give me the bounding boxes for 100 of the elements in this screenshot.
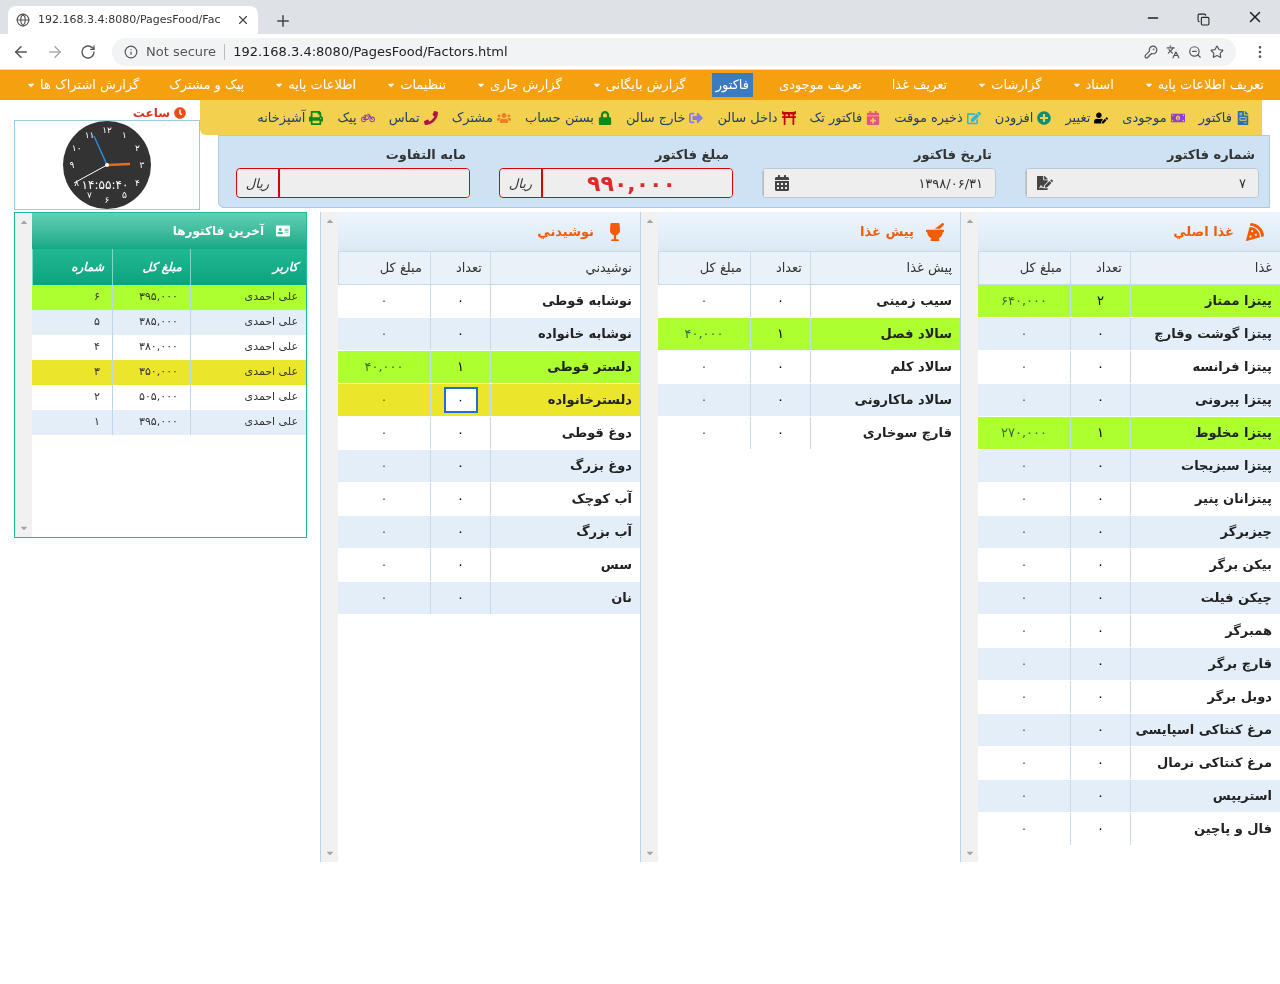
field-label: شماره فاکتور <box>1165 145 1256 164</box>
table-cell-text: ۰ <box>457 523 464 542</box>
scrollbar[interactable] <box>15 213 32 537</box>
table-cell-text: ۰ <box>1097 358 1104 377</box>
table-row[interactable]: سالاد ماکارونی ۰ ۰ <box>658 384 960 417</box>
table-cell-text: ۰ <box>1019 358 1029 377</box>
table-cell-text: ۰ <box>379 490 389 509</box>
table-cell-text: ۰ <box>1097 622 1104 641</box>
card-icon <box>276 224 290 238</box>
table-row[interactable]: دلستر قوطی ۱ ۴۰,۰۰۰ <box>338 351 640 384</box>
translate-icon[interactable] <box>1166 44 1180 59</box>
toolbar-button[interactable]: بستن حساب <box>524 107 612 128</box>
table-cell-text: ۰ <box>1097 556 1104 575</box>
bowl-icon <box>926 222 944 241</box>
table-cell: چیکن فیلت <box>1130 582 1280 614</box>
table-row[interactable]: دلسترخانواده ۰ ۰ <box>338 384 640 417</box>
toolbar-button[interactable]: پیک <box>337 107 375 128</box>
form-field[interactable]: ۷ <box>1025 168 1259 199</box>
table-cell-text: ۰ <box>1019 457 1029 476</box>
toolbar-button[interactable]: موجودی <box>1122 107 1185 128</box>
panel-title: نوشيدني <box>537 222 594 241</box>
browser-tab[interactable]: 192.168.3.4:8080/PagesFood/Fac <box>8 6 258 34</box>
table-row[interactable]: نان ۰ ۰ <box>338 582 640 615</box>
column-header: نوشيدني <box>490 252 640 284</box>
table-cell-text: ۰ <box>777 391 784 410</box>
toolbar-button[interactable]: فاکتور <box>1198 107 1250 128</box>
toolbar-button[interactable]: داخل سالن <box>717 107 796 128</box>
zoom-out-icon[interactable] <box>1188 44 1202 59</box>
table-cell: بیکن برگر <box>1130 549 1280 581</box>
globe-icon <box>16 13 30 27</box>
table-cell: سالاد فصل <box>810 318 960 350</box>
close-icon[interactable] <box>236 13 250 27</box>
reload-icon[interactable] <box>80 43 96 60</box>
phone-icon <box>423 110 438 125</box>
table-cell-text: ۰ <box>1019 820 1029 839</box>
toolbar-button[interactable]: ذخیره موقت <box>894 107 981 128</box>
table-row[interactable]: پیتزا مخلوط ۱ ۲۷۰,۰۰۰ <box>978 417 1280 450</box>
address-bar[interactable]: Not secure 192.168.3.4:8080/PagesFood/Factors.html <box>112 37 1236 66</box>
toolbar-button[interactable]: تغییر <box>1065 107 1109 128</box>
table-cell-text: ۰ <box>1019 490 1029 509</box>
table-cell-text: ۴ <box>93 339 101 356</box>
form-field[interactable]: ۹۹۰,۰۰۰ ریال <box>499 168 733 199</box>
toolbar-button[interactable]: آشپزخانه <box>257 107 324 128</box>
scrollbar[interactable] <box>641 212 658 862</box>
table-row[interactable]: قارچ برگر ۰ ۰ <box>978 648 1280 681</box>
table-cell-text: ۶۴۰,۰۰۰ <box>1000 292 1048 311</box>
table-row[interactable]: چیکن فیلت ۰ ۰ <box>978 582 1280 615</box>
key-icon[interactable] <box>1144 44 1158 59</box>
column-header: تعداد <box>430 252 490 284</box>
toolbar-button[interactable]: افزودن <box>994 107 1052 128</box>
new-tab-icon[interactable] <box>274 12 292 30</box>
table-row[interactable]: نوشابه خانواده ۰ ۰ <box>338 318 640 351</box>
toolbar-button[interactable]: مشترک <box>451 107 511 128</box>
column-header: پیش غذا <box>810 252 960 284</box>
edit-button[interactable] <box>1026 169 1062 198</box>
star-icon[interactable] <box>1210 44 1224 59</box>
table-cell-text: ۰ <box>1019 523 1029 542</box>
table-cell: آب کوچک <box>490 483 640 515</box>
table-cell: پیتزا ممتاز <box>1130 285 1280 317</box>
table-row[interactable]: آب بزرگ ۰ ۰ <box>338 516 640 549</box>
table-row[interactable]: علی احمدی ۳۸۵,۰۰۰ ۵ <box>32 310 306 335</box>
toolbar-button[interactable]: خارج سالن <box>625 107 704 128</box>
table-cell: نوشابه قوطی <box>490 285 640 317</box>
table-cell-text: ۰ <box>1097 688 1104 707</box>
table-cell: پیتزا پپرونی <box>1130 384 1280 416</box>
restore-icon[interactable] <box>1197 13 1210 26</box>
table-cell-text: ۰ <box>777 292 784 311</box>
table-row[interactable]: پیتزا گوشت وقارچ ۰ ۰ <box>978 318 1280 351</box>
table-row[interactable]: علی احمدی ۳۹۵,۰۰۰ ۱ <box>32 410 306 435</box>
table-cell-text: ۰ <box>457 457 464 476</box>
scrollbar[interactable] <box>961 212 978 862</box>
toolbar-button[interactable]: تماس <box>388 107 438 128</box>
form-field[interactable]: ریال <box>236 168 470 199</box>
table-cell: سس <box>490 549 640 581</box>
table-row[interactable]: پیتزا سبزیجات ۰ ۰ <box>978 450 1280 483</box>
table-cell: دلسترخانواده <box>490 384 640 416</box>
table-row[interactable]: پیتزا پپرونی ۰ ۰ <box>978 384 1280 417</box>
table-row[interactable]: دوغ بزرگ ۰ ۰ <box>338 450 640 483</box>
count-input[interactable]: ۰ <box>443 387 478 413</box>
table-row[interactable]: پیتزا ممتاز ۲ ۶۴۰,۰۰۰ <box>978 285 1280 318</box>
calendar-button[interactable] <box>763 169 799 198</box>
table-row[interactable]: علی احمدی ۳۵۰,۰۰۰ ۳ <box>32 360 306 385</box>
table-cell-text: ۰ <box>1097 820 1104 839</box>
menu-item[interactable]: فاکتور <box>711 73 754 97</box>
table-cell-text: ۱ <box>457 358 464 377</box>
clock-numeral: ۸ <box>74 177 80 188</box>
table-cell: دوغ بزرگ <box>490 450 640 482</box>
table-row[interactable]: چیزبرگر ۰ ۰ <box>978 516 1280 549</box>
table-row[interactable]: استریپس ۰ ۰ <box>978 780 1280 813</box>
table-cell-text: ۰ <box>457 424 464 443</box>
table-row[interactable]: مرغ کنتاکی اسپایسی ۰ ۰ <box>978 714 1280 747</box>
table-cell-text: ۰ <box>379 589 389 608</box>
table-row[interactable]: علی احمدی ۳۹۵,۰۰۰ ۶ <box>32 285 306 310</box>
table-cell-text: ۰ <box>1097 787 1104 806</box>
form-field[interactable]: ۱۳۹۸/۰۶/۳۱ <box>762 168 996 199</box>
scrollbar[interactable] <box>321 212 338 862</box>
table-row[interactable]: سالاد فصل ۱ ۴۰,۰۰۰ <box>658 318 960 351</box>
toolbar-button[interactable]: فاکتور تک <box>809 107 881 128</box>
table-cell-text: ۰ <box>1097 325 1104 344</box>
clock-label: ساعت <box>132 105 170 122</box>
